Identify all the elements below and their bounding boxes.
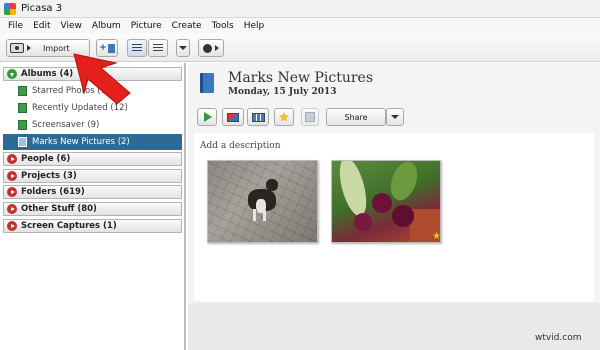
- album-label: Marks New Pictures (2): [32, 137, 130, 147]
- star-album-icon: [18, 86, 27, 96]
- window-title: Picasa 3: [21, 3, 63, 14]
- arrow-right-icon: [215, 45, 219, 51]
- chevron-down-icon: [391, 115, 399, 119]
- sidebar-item-recently-updated[interactable]: Recently Updated (12): [3, 100, 182, 116]
- album-icon: [107, 43, 115, 53]
- camera-icon: [10, 43, 24, 53]
- section-people[interactable]: People (6): [3, 152, 182, 166]
- collage-button[interactable]: [247, 108, 269, 126]
- menu-edit[interactable]: Edit: [28, 21, 55, 31]
- star-icon: ★: [278, 110, 290, 124]
- sidebar-item-marks-new-pictures[interactable]: Marks New Pictures (2): [3, 134, 182, 150]
- menu-bar: File Edit View Album Picture Create Tool…: [0, 18, 600, 34]
- menu-help[interactable]: Help: [239, 21, 270, 31]
- album-icon: [18, 103, 27, 113]
- album-label: Starred Photos (1): [32, 86, 110, 96]
- import-button[interactable]: Import: [6, 39, 90, 57]
- menu-file[interactable]: File: [3, 21, 28, 31]
- save-disk-icon: [305, 112, 315, 122]
- tree-view-button[interactable]: [148, 39, 168, 57]
- section-albums[interactable]: Albums (4): [3, 67, 182, 81]
- album-label: Screensaver (9): [32, 120, 100, 130]
- collapse-icon[interactable]: [7, 69, 17, 79]
- list-view-icon: [132, 44, 142, 52]
- section-projects[interactable]: Projects (3): [3, 169, 182, 183]
- expand-icon[interactable]: [7, 187, 17, 197]
- arrow-right-icon: [27, 45, 31, 51]
- album-date[interactable]: Monday, 15 July 2013: [228, 87, 337, 97]
- email-button[interactable]: [222, 108, 244, 126]
- menu-view[interactable]: View: [56, 21, 87, 31]
- expand-icon[interactable]: [7, 204, 17, 214]
- tree-view-icon: [153, 44, 163, 52]
- star-icon: ★: [432, 231, 441, 242]
- expand-icon[interactable]: [7, 221, 17, 231]
- album-icon: [18, 120, 27, 130]
- menu-tools[interactable]: Tools: [207, 21, 239, 31]
- title-bar: Picasa 3: [0, 0, 600, 18]
- add-album-icon: +: [99, 43, 107, 53]
- section-folders[interactable]: Folders (619): [3, 185, 182, 199]
- section-screen-captures[interactable]: Screen Captures (1): [3, 219, 182, 233]
- people-icon: [203, 43, 212, 53]
- section-label: Projects (3): [21, 171, 77, 181]
- slideshow-button[interactable]: [197, 108, 217, 126]
- sidebar-item-screensaver[interactable]: Screensaver (9): [3, 117, 182, 133]
- import-label: Import: [43, 43, 70, 53]
- expand-icon[interactable]: [7, 171, 17, 181]
- list-view-button[interactable]: [127, 39, 147, 57]
- view-menu-button[interactable]: [176, 39, 190, 57]
- picasa-logo-icon: [4, 2, 16, 15]
- album-title[interactable]: Marks New Pictures: [228, 70, 373, 86]
- section-label: Other Stuff (80): [21, 204, 97, 214]
- toolbar: Import +: [0, 34, 600, 62]
- picture-icon: [227, 112, 239, 122]
- menu-create[interactable]: Create: [167, 21, 207, 31]
- section-label: Albums (4): [21, 69, 74, 79]
- watermark: wtvid.com: [535, 333, 582, 343]
- chevron-down-icon: [179, 46, 187, 50]
- add-album-button[interactable]: +: [96, 39, 118, 57]
- collage-icon: [251, 112, 265, 122]
- expand-icon[interactable]: [7, 154, 17, 164]
- section-label: Folders (619): [21, 187, 85, 197]
- dog-photo-thumbnail[interactable]: [207, 160, 318, 243]
- album-view: Marks New Pictures Monday, 15 July 2013 …: [188, 63, 600, 350]
- save-button[interactable]: [301, 108, 319, 126]
- section-label: People (6): [21, 154, 71, 164]
- menu-album[interactable]: Album: [87, 21, 126, 31]
- sidebar-item-starred-photos[interactable]: Starred Photos (1): [3, 83, 182, 99]
- people-button[interactable]: [198, 39, 224, 57]
- description-field[interactable]: Add a description: [200, 141, 281, 151]
- play-icon: [204, 112, 212, 122]
- beetroot-photo-thumbnail[interactable]: ★: [331, 160, 441, 243]
- section-label: Screen Captures (1): [21, 221, 117, 231]
- library-sidebar: Albums (4) Starred Photos (1) Recently U…: [0, 63, 186, 350]
- album-label: Recently Updated (12): [32, 103, 128, 113]
- album-book-icon: [200, 73, 214, 93]
- album-icon: [18, 137, 27, 147]
- share-button[interactable]: Share: [326, 108, 386, 126]
- star-button[interactable]: ★: [274, 108, 294, 126]
- section-other-stuff[interactable]: Other Stuff (80): [3, 202, 182, 216]
- share-menu-button[interactable]: [386, 108, 404, 126]
- menu-picture[interactable]: Picture: [126, 21, 167, 31]
